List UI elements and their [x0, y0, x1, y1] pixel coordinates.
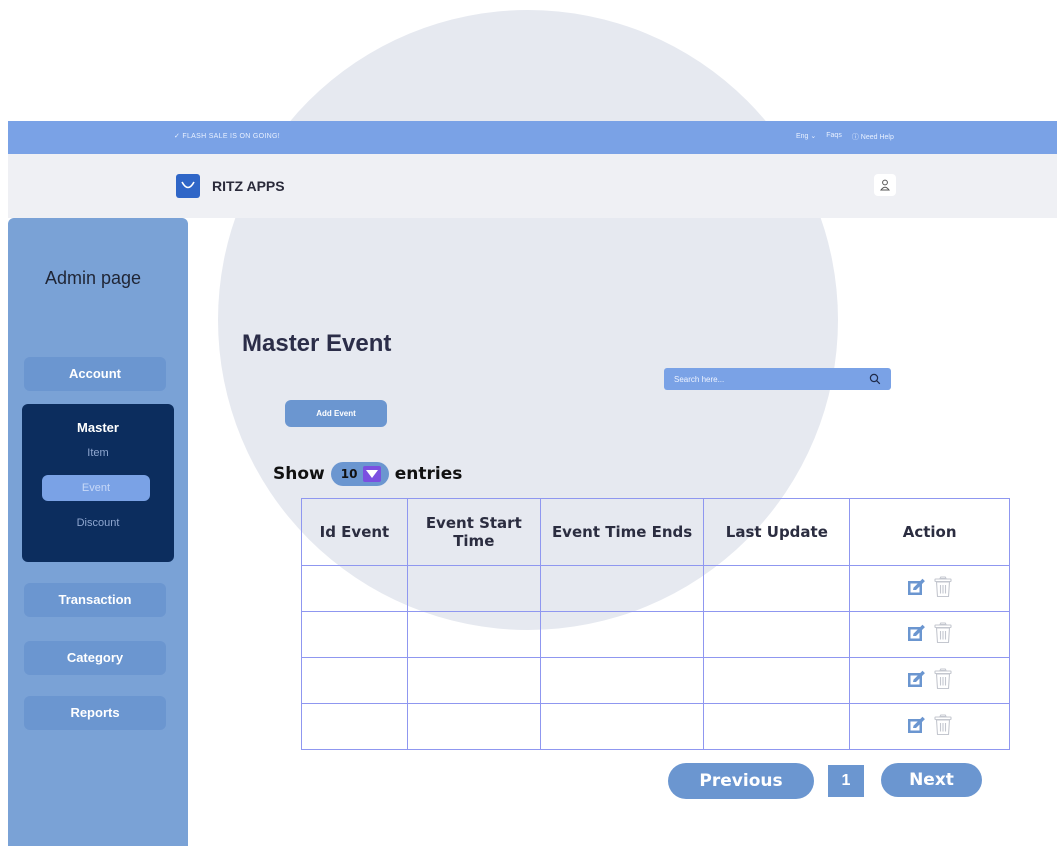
table-row	[301, 611, 1010, 658]
sidebar-item-transaction[interactable]: Transaction	[24, 583, 166, 617]
edit-icon[interactable]	[907, 669, 927, 689]
top-bar: ✓ FLASH SALE IS ON GOING! Eng ⌄ Faqs ⓘ N…	[8, 121, 1057, 154]
table-cell	[539, 703, 705, 750]
table-cell	[703, 611, 851, 658]
column-header-id-event: Id Event	[301, 498, 408, 566]
edit-icon[interactable]	[907, 623, 927, 643]
sidebar-group-master: Master Item Event Discount	[22, 404, 174, 562]
column-header-action: Action	[849, 498, 1010, 566]
search-icon[interactable]	[869, 373, 881, 385]
action-cell	[849, 611, 1010, 658]
sidebar-item-event[interactable]: Event	[42, 475, 150, 501]
column-header-event-start-time: Event Start Time	[406, 498, 541, 566]
table-row	[301, 565, 1010, 612]
previous-button[interactable]: Previous	[668, 763, 814, 799]
table-cell	[301, 657, 408, 704]
entries-control: Show 10 entries	[273, 462, 462, 486]
entries-select[interactable]: 10	[330, 462, 389, 486]
table-cell	[406, 611, 541, 658]
trash-icon[interactable]	[933, 667, 953, 690]
table-row	[301, 703, 1010, 750]
language-select[interactable]: Eng ⌄	[796, 132, 816, 142]
action-cell	[849, 565, 1010, 612]
edit-icon[interactable]	[907, 715, 927, 735]
table-cell	[406, 703, 541, 750]
table-cell	[539, 611, 705, 658]
sidebar-item-reports[interactable]: Reports	[24, 696, 166, 730]
events-table: Id Event Event Start Time Event Time End…	[301, 498, 1010, 750]
table-cell	[703, 657, 851, 704]
table-cell	[301, 703, 408, 750]
sidebar-title: Admin page	[44, 268, 142, 288]
table-cell	[703, 703, 851, 750]
show-label: Show	[273, 464, 325, 484]
table-row	[301, 657, 1010, 704]
next-button[interactable]: Next	[881, 763, 982, 797]
promo-text: ✓ FLASH SALE IS ON GOING!	[174, 133, 280, 140]
entries-value: 10	[340, 467, 358, 481]
add-event-button[interactable]: Add Event	[285, 400, 387, 427]
page-title: Master Event	[242, 330, 392, 357]
page-number-button[interactable]: 1	[828, 765, 864, 797]
table-cell	[406, 565, 541, 612]
edit-icon[interactable]	[907, 577, 927, 597]
faqs-link[interactable]: Faqs	[826, 132, 842, 142]
action-cell	[849, 657, 1010, 704]
table-cell	[539, 657, 705, 704]
table-cell	[301, 611, 408, 658]
dropdown-arrow-icon[interactable]	[362, 466, 381, 482]
sidebar-item-master[interactable]: Master	[22, 420, 174, 435]
trash-icon[interactable]	[933, 713, 953, 736]
column-header-event-time-ends: Event Time Ends	[539, 498, 705, 566]
column-header-last-update: Last Update	[703, 498, 851, 566]
entries-label: entries	[394, 464, 463, 484]
top-bar-links: Eng ⌄ Faqs ⓘ Need Help	[796, 132, 894, 142]
sidebar: Admin page Account Master Item Event Dis…	[8, 218, 188, 846]
app-header: RITZ APPS	[8, 154, 1057, 218]
table-cell	[539, 565, 705, 612]
brand-name[interactable]: RITZ APPS	[212, 178, 285, 194]
table-header-row: Id Event Event Start Time Event Time End…	[301, 498, 1010, 566]
shopping-bag-icon[interactable]	[176, 174, 200, 198]
search-input[interactable]	[664, 368, 864, 390]
sidebar-item-category[interactable]: Category	[24, 641, 166, 675]
user-icon[interactable]	[874, 174, 896, 196]
table-cell	[406, 657, 541, 704]
table-cell	[703, 565, 851, 612]
trash-icon[interactable]	[933, 621, 953, 644]
action-cell	[849, 703, 1010, 750]
sidebar-item-item[interactable]: Item	[22, 447, 174, 459]
sidebar-item-discount[interactable]: Discount	[22, 517, 174, 529]
search-box	[664, 368, 891, 390]
help-link[interactable]: ⓘ Need Help	[852, 132, 894, 142]
sidebar-item-account[interactable]: Account	[24, 357, 166, 391]
table-cell	[301, 565, 408, 612]
trash-icon[interactable]	[933, 575, 953, 598]
